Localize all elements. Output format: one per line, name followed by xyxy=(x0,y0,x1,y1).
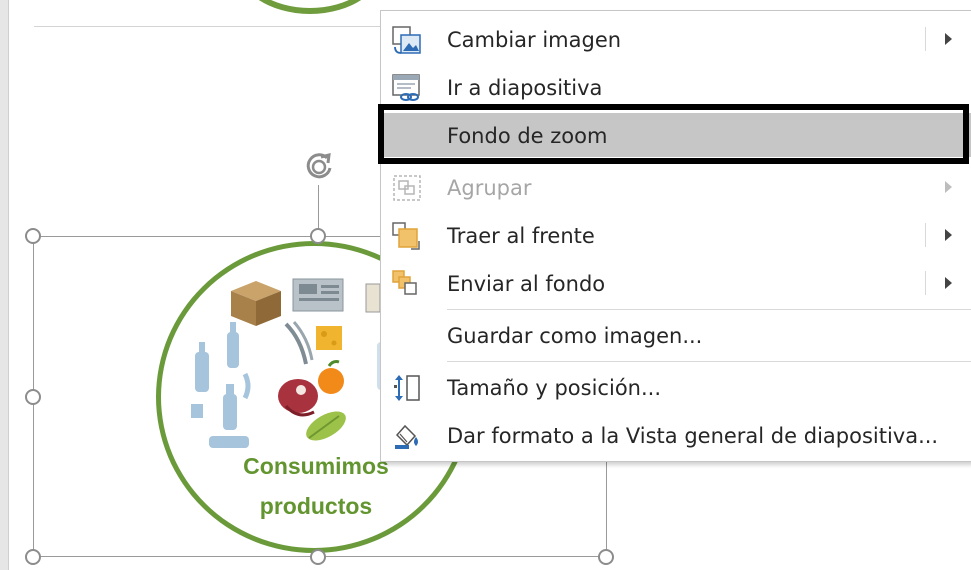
submenu-divider xyxy=(925,271,926,295)
group-icon xyxy=(391,173,423,203)
highlight-frame xyxy=(378,104,969,164)
submenu-arrow-icon xyxy=(945,33,952,45)
menu-item-label: Traer al frente xyxy=(447,224,595,248)
menu-item-tamano-y-posicion[interactable]: Tamaño y posición... xyxy=(381,365,971,409)
menu-item-label: Dar formato a la Vista general de diapos… xyxy=(447,424,939,448)
context-menu: Cambiar imagen Ir a diapositiva Fondo de… xyxy=(380,10,971,462)
rotate-handle-icon[interactable] xyxy=(300,148,338,186)
resize-handle-left[interactable] xyxy=(25,389,41,405)
resize-handle-bottom-right[interactable] xyxy=(598,549,614,565)
submenu-divider xyxy=(925,27,926,51)
submenu-divider xyxy=(925,223,926,247)
top-selection-edge xyxy=(34,26,384,27)
resize-handle-bottom[interactable] xyxy=(310,549,326,565)
menu-item-agrupar[interactable]: Agrupar xyxy=(381,165,971,209)
slide-edge xyxy=(8,0,9,570)
bring-to-front-icon xyxy=(391,221,423,251)
menu-item-ir-a-diapositiva[interactable]: Ir a diapositiva xyxy=(381,65,971,109)
submenu-arrow-icon xyxy=(945,277,952,289)
menu-item-label: Tamaño y posición... xyxy=(447,376,661,400)
resize-handle-bottom-left[interactable] xyxy=(25,549,41,565)
resize-handle-top-left[interactable] xyxy=(25,228,41,244)
menu-item-label: Agrupar xyxy=(447,176,532,200)
size-position-icon xyxy=(391,373,423,403)
menu-separator xyxy=(447,361,971,362)
menu-separator xyxy=(447,309,971,310)
menu-item-label: Cambiar imagen xyxy=(447,28,622,52)
change-picture-icon xyxy=(391,25,423,55)
send-to-back-icon xyxy=(391,269,423,299)
menu-item-label: Ir a diapositiva xyxy=(447,76,603,100)
menu-item-traer-al-frente[interactable]: Traer al frente xyxy=(381,213,971,257)
zoom-label-line2: productos xyxy=(259,493,373,519)
menu-item-enviar-al-fondo[interactable]: Enviar al fondo xyxy=(381,261,971,305)
menu-item-cambiar-imagen[interactable]: Cambiar imagen xyxy=(381,17,971,61)
resize-handle-top[interactable] xyxy=(310,228,326,244)
menu-item-label: Enviar al fondo xyxy=(447,272,606,296)
submenu-arrow-icon xyxy=(945,229,952,241)
menu-item-dar-formato[interactable]: Dar formato a la Vista general de diapos… xyxy=(381,413,971,457)
menu-item-guardar-como-imagen[interactable]: Guardar como imagen... xyxy=(381,313,971,357)
go-to-slide-icon xyxy=(391,73,423,103)
format-icon xyxy=(391,421,423,451)
menu-item-label: Guardar como imagen... xyxy=(447,324,703,348)
submenu-arrow-icon xyxy=(945,181,952,193)
